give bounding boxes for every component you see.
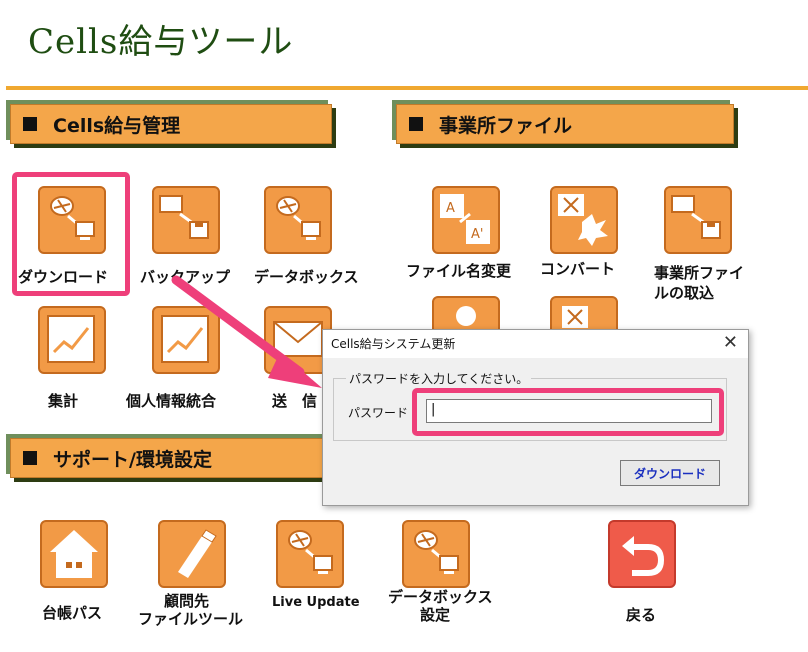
house-icon[interactable] xyxy=(40,520,108,588)
komon-label-2: ファイルツール xyxy=(138,610,244,628)
komon-label-1: 顧問先 xyxy=(164,592,210,610)
daicho-label: 台帳パス xyxy=(42,604,103,622)
databox-settings-icon[interactable] xyxy=(402,520,470,588)
update-icon[interactable] xyxy=(276,520,344,588)
databox-settei-label-2: 設定 xyxy=(420,606,451,624)
download-button[interactable]: ダウンロード xyxy=(620,460,720,486)
dialog-titlebar[interactable]: Cells給与システム更新 ✕ xyxy=(323,330,748,358)
password-group-label: パスワードを入力してください。 xyxy=(346,370,532,387)
liveupdate-label: Live Update xyxy=(272,595,360,610)
modoru-label: 戻る xyxy=(626,606,657,624)
password-highlight xyxy=(412,388,724,436)
databox-settei-label-1: データボックス xyxy=(388,588,493,606)
password-label: パスワード xyxy=(348,406,409,420)
close-icon[interactable]: ✕ xyxy=(723,332,738,353)
back-icon[interactable] xyxy=(608,520,676,588)
dialog-title: Cells給与システム更新 xyxy=(331,337,456,351)
usb-icon[interactable] xyxy=(158,520,226,588)
